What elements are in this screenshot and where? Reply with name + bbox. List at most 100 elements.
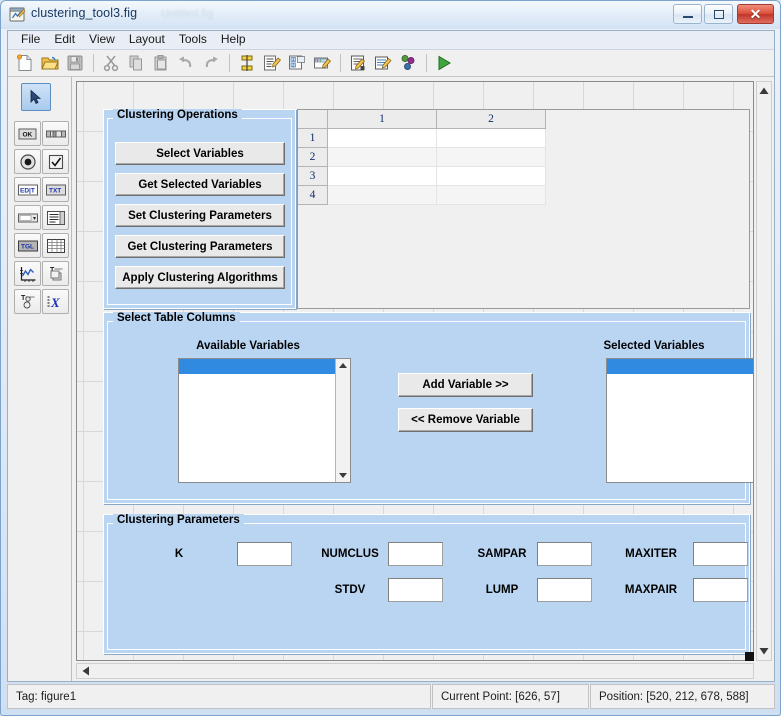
listbox-scrollbar[interactable] bbox=[335, 359, 350, 482]
table-cell[interactable] bbox=[328, 186, 437, 205]
menu-edit[interactable]: Edit bbox=[47, 31, 82, 49]
popup-menu-tool[interactable] bbox=[14, 205, 41, 230]
table-cell[interactable] bbox=[437, 167, 546, 186]
stdv-field[interactable] bbox=[388, 578, 443, 602]
listbox-items[interactable] bbox=[607, 359, 753, 482]
canvas-vertical-scrollbar[interactable] bbox=[756, 81, 772, 661]
maximize-icon bbox=[713, 9, 724, 19]
push-button-tool[interactable]: OK bbox=[14, 121, 41, 146]
redo-button[interactable] bbox=[199, 52, 223, 75]
title-ghost-text: Untitled.fig bbox=[161, 8, 213, 20]
available-variables-listbox[interactable] bbox=[178, 358, 351, 483]
table-row-header[interactable]: 1 bbox=[298, 129, 328, 148]
activex-control-tool[interactable]: X bbox=[42, 289, 69, 314]
table-column-header[interactable]: 2 bbox=[437, 110, 546, 129]
scroll-down-icon[interactable] bbox=[757, 645, 771, 657]
scroll-up-icon[interactable] bbox=[757, 85, 771, 97]
object-browser-icon bbox=[401, 55, 415, 70]
table-row-header[interactable]: 4 bbox=[298, 186, 328, 205]
k-field[interactable] bbox=[237, 542, 292, 566]
scroll-down-icon[interactable] bbox=[339, 473, 347, 478]
listbox-tool[interactable] bbox=[42, 205, 69, 230]
scroll-up-icon[interactable] bbox=[339, 363, 347, 368]
table-row-header[interactable]: 3 bbox=[298, 167, 328, 186]
select-table-columns-panel[interactable]: Select Table Columns Available Variables… bbox=[103, 312, 753, 504]
maxiter-field[interactable] bbox=[693, 542, 748, 566]
listbox-selected-row[interactable] bbox=[607, 359, 753, 374]
slider-tool[interactable] bbox=[42, 121, 69, 146]
remove-variable-button[interactable]: << Remove Variable bbox=[398, 408, 533, 432]
numclus-field[interactable] bbox=[388, 542, 443, 566]
table-column-header[interactable]: 1 bbox=[328, 110, 437, 129]
scroll-left-icon[interactable] bbox=[80, 664, 92, 678]
new-figure-icon bbox=[16, 54, 32, 71]
minimize-button[interactable] bbox=[673, 4, 702, 24]
align-objects-button[interactable] bbox=[235, 52, 259, 75]
table-cell[interactable] bbox=[437, 148, 546, 167]
button-group-tool[interactable]: T bbox=[14, 289, 41, 314]
table-cell[interactable] bbox=[328, 167, 437, 186]
new-figure-button[interactable] bbox=[13, 52, 37, 75]
status-tag: Tag: figure1 bbox=[7, 684, 431, 709]
listbox-items[interactable] bbox=[179, 359, 335, 482]
get-clustering-parameters-button[interactable]: Get Clustering Parameters bbox=[115, 235, 285, 258]
sampar-field[interactable] bbox=[537, 542, 592, 566]
open-file-button[interactable] bbox=[38, 52, 62, 75]
panel-tool[interactable]: T bbox=[42, 261, 69, 286]
tab-order-editor-button[interactable]: 1 2 bbox=[285, 52, 309, 75]
table-tool[interactable] bbox=[42, 233, 69, 258]
menu-editor-button[interactable] bbox=[260, 52, 284, 75]
panel-icon: T bbox=[50, 267, 62, 281]
listbox-selected-row[interactable] bbox=[179, 359, 335, 374]
clustering-parameters-panel[interactable]: Clustering Parameters K NUMCLUS SAMPAR M… bbox=[103, 514, 750, 654]
add-variable-button[interactable]: Add Variable >> bbox=[398, 373, 533, 397]
table-row-header[interactable]: 2 bbox=[298, 148, 328, 167]
menu-view[interactable]: View bbox=[82, 31, 122, 49]
menu-help[interactable]: Help bbox=[214, 31, 253, 49]
paste-button[interactable] bbox=[149, 52, 173, 75]
table-cell[interactable] bbox=[328, 129, 437, 148]
select-variables-button[interactable]: Select Variables bbox=[115, 142, 285, 165]
axes-tool[interactable] bbox=[14, 261, 41, 286]
figure-canvas[interactable]: Clustering Operations Select Variables G… bbox=[76, 81, 754, 661]
selected-variables-listbox[interactable] bbox=[606, 358, 753, 483]
copy-button[interactable] bbox=[124, 52, 148, 75]
menu-layout[interactable]: Layout bbox=[122, 31, 172, 49]
svg-text:X: X bbox=[50, 295, 60, 310]
lump-field[interactable] bbox=[537, 578, 592, 602]
table-cell[interactable] bbox=[437, 186, 546, 205]
menu-file[interactable]: File bbox=[14, 31, 47, 49]
edit-text-tool[interactable]: ED|T bbox=[14, 177, 41, 202]
maxpair-field[interactable] bbox=[693, 578, 748, 602]
menu-tools[interactable]: Tools bbox=[172, 31, 214, 49]
toggle-button-tool[interactable]: TGL bbox=[14, 233, 41, 258]
align-objects-icon bbox=[241, 55, 253, 71]
close-button[interactable]: ✕ bbox=[737, 4, 774, 24]
maximize-button[interactable] bbox=[704, 4, 733, 24]
canvas-horizontal-scrollbar[interactable] bbox=[76, 663, 754, 679]
property-inspector-button[interactable] bbox=[371, 52, 395, 75]
undo-button[interactable] bbox=[174, 52, 198, 75]
toolbar-editor-button[interactable] bbox=[310, 52, 334, 75]
run-figure-button[interactable] bbox=[432, 52, 456, 75]
clustering-operations-panel[interactable]: Clustering Operations Select Variables G… bbox=[103, 109, 296, 309]
cut-button[interactable] bbox=[99, 52, 123, 75]
m-file-editor-button[interactable] bbox=[346, 52, 370, 75]
check-box-tool[interactable] bbox=[42, 149, 69, 174]
svg-text:ED|T: ED|T bbox=[20, 187, 35, 194]
data-table[interactable]: 1 2 1 2 3 4 bbox=[297, 109, 750, 309]
toolbar-separator bbox=[340, 54, 341, 72]
set-clustering-parameters-button[interactable]: Set Clustering Parameters bbox=[115, 204, 285, 227]
static-text-tool[interactable]: TXT bbox=[42, 177, 69, 202]
select-arrow-tool[interactable] bbox=[21, 83, 51, 111]
canvas-resize-grip[interactable] bbox=[745, 652, 754, 661]
table-cell[interactable] bbox=[437, 129, 546, 148]
save-button[interactable] bbox=[63, 52, 87, 75]
radio-button-tool[interactable] bbox=[14, 149, 41, 174]
apply-clustering-algorithms-button[interactable]: Apply Clustering Algorithms bbox=[115, 266, 285, 289]
table-cell[interactable] bbox=[328, 148, 437, 167]
object-browser-button[interactable] bbox=[396, 52, 420, 75]
toolbar-separator bbox=[426, 54, 427, 72]
open-folder-icon bbox=[41, 56, 59, 70]
get-selected-variables-button[interactable]: Get Selected Variables bbox=[115, 173, 285, 196]
